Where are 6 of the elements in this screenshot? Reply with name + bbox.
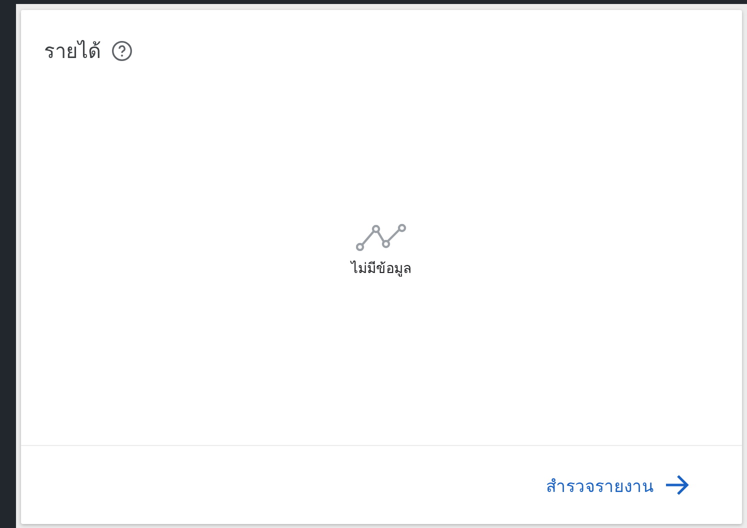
line-chart-icon: [356, 222, 408, 250]
empty-message: ไม่มีข้อมูล: [351, 260, 412, 278]
explore-report-link[interactable]: สำรวจรายงาน: [546, 472, 690, 498]
card-title: รายได้: [44, 38, 101, 65]
arrow-right-icon: [664, 474, 690, 496]
help-icon[interactable]: [111, 40, 133, 62]
